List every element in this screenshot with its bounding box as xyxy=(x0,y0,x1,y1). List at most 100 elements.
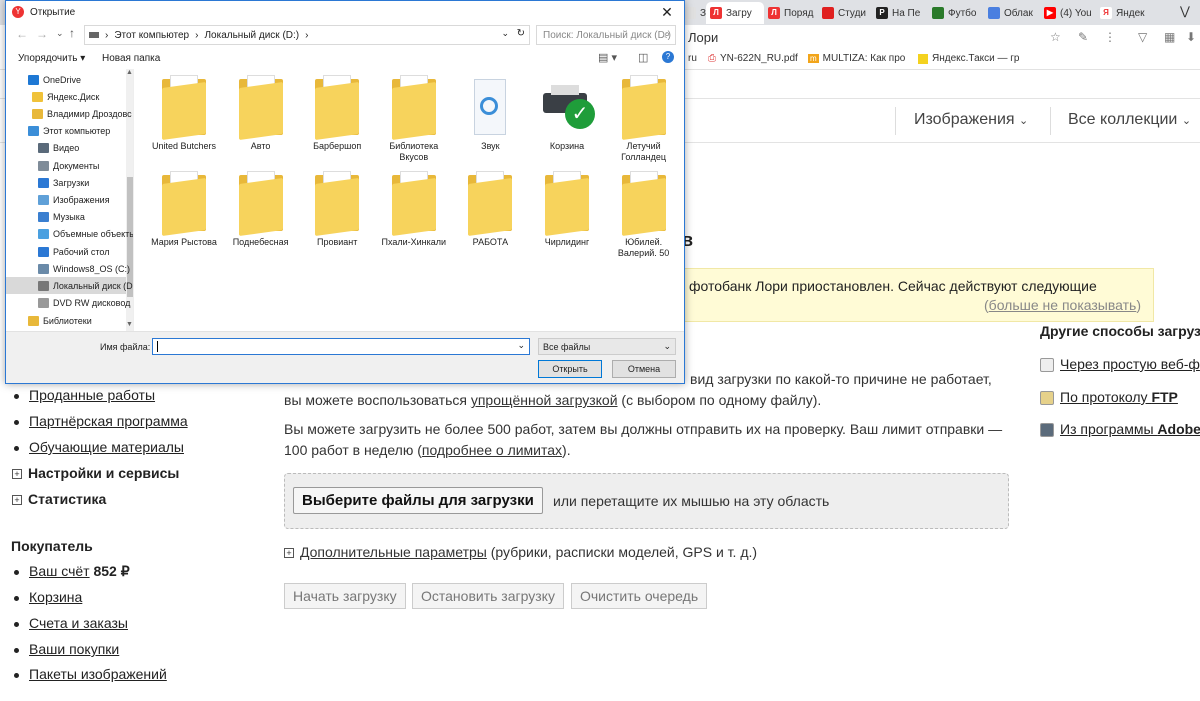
browser-tab[interactable]: Л Поряд xyxy=(764,2,818,24)
notice-text: фотобанк Лори приостановлен. Сейчас дейс… xyxy=(689,278,1097,294)
view-icon[interactable]: ▤ ▾ xyxy=(598,51,617,64)
list-item[interactable]: Партнёрская программа xyxy=(12,413,188,429)
clear-queue-button[interactable]: Очистить очередь xyxy=(571,583,708,609)
scroll-down-icon[interactable]: ▼ xyxy=(126,321,133,328)
help-icon[interactable]: ? xyxy=(662,51,674,63)
start-upload-button[interactable]: Начать загрузку xyxy=(284,583,406,609)
dialog-breadcrumb[interactable]: › Этот компьютер › Локальный диск (D:) ›… xyxy=(84,25,530,45)
pocket-icon[interactable]: ▽ xyxy=(1138,30,1147,44)
nav-item[interactable]: Видео xyxy=(6,139,79,156)
refresh-icon[interactable]: ↻ xyxy=(517,28,525,39)
nav-item[interactable]: Этот компьютер xyxy=(6,122,110,139)
filename-input[interactable]: ⌄ xyxy=(152,338,530,355)
list-item[interactable]: Счета и заказы xyxy=(12,615,128,631)
file-item[interactable]: РАБОТА xyxy=(452,171,528,248)
simple-upload-link[interactable]: упрощённой загрузкой xyxy=(471,392,618,408)
nav-item[interactable]: Windows8_OS (C:) xyxy=(6,260,130,277)
stop-upload-button[interactable]: Остановить загрузку xyxy=(412,583,564,609)
browser-tab[interactable]: Футбо xyxy=(928,2,984,24)
limits-link[interactable]: подробнее о лимитах xyxy=(422,442,562,458)
file-item[interactable]: Юбилей. Валерий. 50 xyxy=(606,171,682,259)
close-icon[interactable]: ✕ xyxy=(650,1,684,23)
list-item[interactable]: Ваш счёт 852 ₽ xyxy=(12,563,130,580)
notice-dismiss-link[interactable]: больше не показывать xyxy=(989,297,1137,313)
browser-tab[interactable]: ▶ (4) You xyxy=(1040,2,1096,24)
up-icon[interactable]: ↑ xyxy=(69,26,75,40)
advanced-params-link[interactable]: Дополнительные параметры xyxy=(300,544,487,560)
file-item[interactable]: Мария Рыстова xyxy=(146,171,222,248)
file-item[interactable]: ✓ Корзина xyxy=(529,75,605,152)
upload-method-web[interactable]: Через простую веб-ф xyxy=(1040,356,1200,373)
nav-item[interactable]: Музыка xyxy=(6,208,85,225)
file-item[interactable]: Чирлидинг xyxy=(529,171,605,248)
address-fragment[interactable]: Лори xyxy=(688,30,718,45)
list-item[interactable]: Корзина xyxy=(12,589,82,605)
bookmark-item[interactable]: m MULTIZA: Как про xyxy=(808,53,905,64)
file-item[interactable]: Авто xyxy=(223,75,299,152)
bookmark-item[interactable]: Яндекс.Такси — гр xyxy=(918,53,1019,64)
browser-tab[interactable]: Студи xyxy=(818,2,872,24)
upload-method-ftp[interactable]: По протоколу FTP xyxy=(1040,389,1178,406)
chevron-down-icon[interactable]: ⌄ xyxy=(501,28,509,39)
nav-item[interactable]: Яндекс.Диск xyxy=(6,88,99,105)
dialog-search-input[interactable]: Поиск: Локальный диск (D:) ⌕ xyxy=(536,25,676,45)
browser-tab[interactable]: P На Пе xyxy=(872,2,928,24)
breadcrumb-item[interactable]: Этот компьютер xyxy=(114,30,189,41)
nav-item[interactable]: Библиотеки xyxy=(6,312,92,329)
nav-item[interactable]: Загрузки xyxy=(6,174,89,191)
tab-favicon-icon xyxy=(932,7,944,19)
organize-button[interactable]: Упорядочить ▾ xyxy=(18,53,85,64)
brush-icon[interactable]: ✎ xyxy=(1078,30,1088,44)
menu-settings[interactable]: + Настройки и сервисы xyxy=(12,465,179,481)
file-item[interactable]: Пхали-Хинкали xyxy=(376,171,452,248)
file-item[interactable]: Барбершоп xyxy=(299,75,375,152)
nav-item[interactable]: DVD RW дисковод ( xyxy=(6,294,133,311)
nav-item[interactable]: Рабочий стол xyxy=(6,243,110,260)
file-drop-zone[interactable]: Выберите файлы для загрузки или перетащи… xyxy=(284,473,1009,529)
chevron-down-icon[interactable]: ⌄ xyxy=(56,28,64,39)
cancel-button[interactable]: Отмена xyxy=(612,360,676,378)
bookmark-item[interactable]: ⎙ YN-622N_RU.pdf xyxy=(708,53,798,64)
preview-pane-icon[interactable]: ◫ xyxy=(638,51,648,64)
browser-tab[interactable]: Л Загру xyxy=(706,2,764,24)
scroll-up-icon[interactable]: ▲ xyxy=(126,69,133,76)
back-icon[interactable]: ← xyxy=(16,27,28,41)
nav-item[interactable]: Владимир Дроздовс xyxy=(6,105,132,122)
nav-item[interactable]: Объемные объекты xyxy=(6,225,133,242)
list-item[interactable]: Пакеты изображений xyxy=(12,666,167,682)
file-item[interactable]: Звук xyxy=(452,75,528,152)
nav-item[interactable]: Документы xyxy=(6,157,99,174)
new-folder-button[interactable]: Новая папка xyxy=(102,53,160,64)
nav-images[interactable]: Изображения ⌄ xyxy=(914,111,1028,129)
bookmark-item[interactable]: ru xyxy=(688,53,697,64)
list-item[interactable]: Ваши покупки xyxy=(12,641,119,657)
file-item[interactable]: Провиант xyxy=(299,171,375,248)
file-item[interactable]: Летучий Голландец xyxy=(606,75,682,163)
file-item[interactable]: Поднебесная xyxy=(223,171,299,248)
account-balance: 852 ₽ xyxy=(93,563,130,579)
nav-item[interactable]: Локальный диск (D xyxy=(6,277,133,294)
breadcrumb-item[interactable]: Локальный диск (D:) xyxy=(204,30,299,41)
bookmark-icon[interactable]: ☆ xyxy=(1050,30,1061,44)
choose-files-button[interactable]: Выберите файлы для загрузки xyxy=(293,487,543,514)
open-button[interactable]: Открыть xyxy=(538,360,602,378)
forward-icon[interactable]: → xyxy=(36,27,48,41)
nav-collections[interactable]: Все коллекции ⌄ xyxy=(1068,111,1191,129)
file-item[interactable]: Библиотека Вкусов xyxy=(376,75,452,163)
browser-tab[interactable]: Я Яндек xyxy=(1096,2,1152,24)
nav-item[interactable]: Изображения xyxy=(6,191,110,208)
file-item[interactable]: United Butchers xyxy=(146,75,222,152)
nav-item[interactable]: OneDrive xyxy=(6,71,81,88)
download-icon[interactable]: ⬇ xyxy=(1186,30,1196,44)
expand-icon[interactable]: + xyxy=(284,548,294,559)
chevron-down-icon[interactable]: ⌄ xyxy=(517,340,525,351)
menu-icon[interactable]: ⋮ xyxy=(1104,30,1116,44)
list-item[interactable]: Обучающие материалы xyxy=(12,439,184,455)
upload-method-lightroom[interactable]: Из программы Adobe xyxy=(1040,421,1200,438)
browser-tab[interactable]: Облак xyxy=(984,2,1040,24)
extension-icon[interactable]: ▦ xyxy=(1164,30,1175,44)
new-tab-icon[interactable]: ⋁ xyxy=(1180,4,1190,18)
filetype-select[interactable]: Все файлы ⌄ xyxy=(538,338,676,355)
menu-stats[interactable]: + Статистика xyxy=(12,491,106,507)
list-item[interactable]: Проданные работы xyxy=(12,387,155,403)
